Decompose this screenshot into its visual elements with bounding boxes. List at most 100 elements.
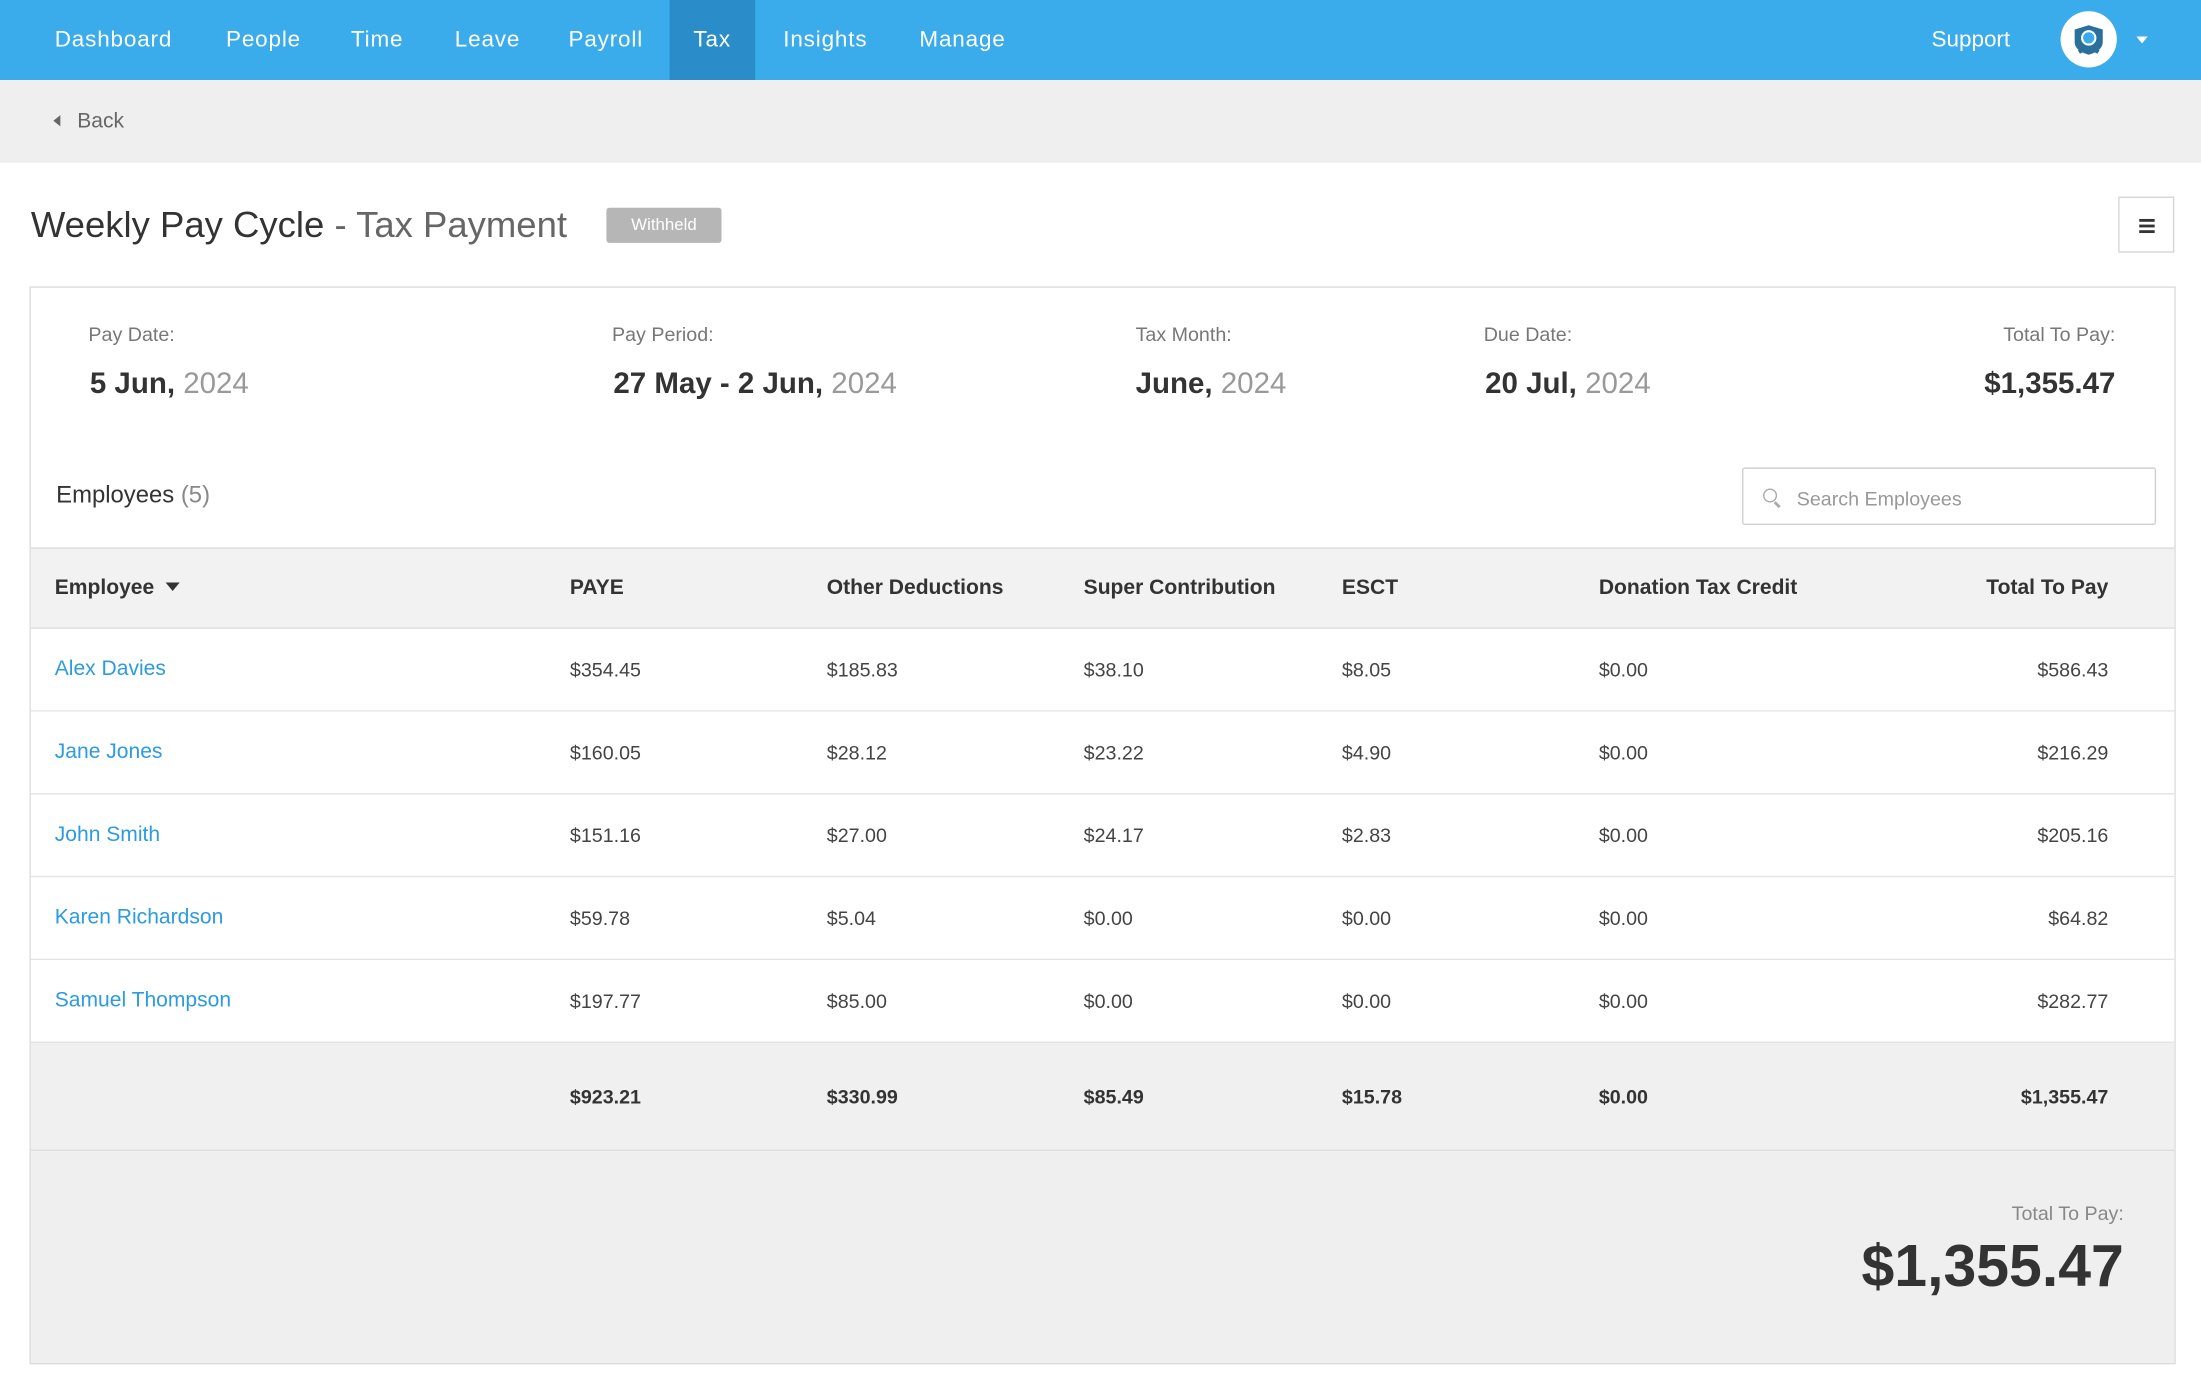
cell-super-contribution: $24.17 — [1083, 823, 1144, 847]
top-nav: Dashboard People Time Leave Payroll Tax … — [0, 0, 2201, 81]
footer-total-label: Total To Pay: — [2011, 1201, 2124, 1225]
table-row: John Smith $151.16 $27.00 $24.17 $2.83 $… — [30, 794, 2175, 878]
table-totals-row: $923.21 $330.99 $85.49 $15.78 $0.00 $1,3… — [30, 1042, 2175, 1152]
user-avatar-icon[interactable] — [2060, 11, 2117, 68]
cell-super-contribution: $38.10 — [1083, 658, 1144, 681]
column-header-total-to-pay: Total To Pay — [1986, 575, 2109, 600]
total-other-deductions: $330.99 — [826, 1085, 898, 1108]
employee-link[interactable]: John Smith — [55, 794, 160, 875]
employee-link[interactable]: Karen Richardson — [55, 877, 224, 958]
cell-esct: $4.90 — [1341, 741, 1392, 764]
cell-other-deductions: $85.00 — [826, 989, 887, 1013]
employees-count: (5) — [180, 481, 211, 509]
page-title-sub: - Tax Payment — [324, 203, 568, 246]
tax-month-label: Tax Month: — [1135, 322, 1232, 346]
hamburger-menu-icon-line — [2139, 230, 2155, 233]
column-header-esct: ESCT — [1341, 575, 1399, 600]
due-date-label: Due Date: — [1483, 322, 1573, 346]
nav-manage[interactable]: Manage — [919, 0, 1005, 80]
cell-esct: $0.00 — [1341, 989, 1392, 1013]
cell-total-to-pay: $64.82 — [2048, 906, 2109, 930]
footer-total-block: Total To Pay: $1,355.47 — [30, 1151, 2175, 1363]
table-row: Samuel Thompson $197.77 $85.00 $0.00 $0.… — [30, 960, 2175, 1043]
employees-heading: Employees (5) — [56, 481, 210, 509]
cell-total-to-pay: $282.77 — [2037, 989, 2109, 1013]
cell-donation-tax-credit: $0.00 — [1598, 658, 1649, 681]
pay-date-label: Pay Date: — [88, 322, 175, 346]
column-header-employee[interactable]: Employee — [55, 549, 180, 628]
hamburger-menu-button[interactable] — [2118, 196, 2175, 253]
cell-other-deductions: $28.12 — [826, 741, 887, 764]
cell-total-to-pay: $216.29 — [2037, 741, 2109, 764]
page-canvas: Dashboard People Time Leave Payroll Tax … — [0, 0, 2201, 1380]
nav-people[interactable]: People — [226, 0, 301, 80]
pay-date-main: 5 Jun, — [89, 367, 176, 401]
back-bar: Back — [0, 80, 2201, 163]
cell-total-to-pay: $205.16 — [2037, 823, 2109, 847]
search-employees-input[interactable] — [1793, 468, 2151, 527]
tax-month-main: June, — [1135, 367, 1213, 401]
nav-insights[interactable]: Insights — [783, 0, 867, 80]
chevron-left-icon — [53, 115, 61, 127]
nav-time[interactable]: Time — [351, 0, 403, 80]
status-badge: Withheld — [606, 207, 722, 243]
search-employees-box[interactable] — [1741, 467, 2157, 527]
column-header-super-contribution: Super Contribution — [1083, 575, 1276, 600]
back-button[interactable]: Back — [53, 80, 124, 163]
employee-link[interactable]: Jane Jones — [55, 712, 163, 793]
cell-super-contribution: $0.00 — [1083, 989, 1133, 1013]
hamburger-menu-icon-line — [2139, 224, 2155, 227]
cell-donation-tax-credit: $0.00 — [1598, 989, 1649, 1013]
pay-date-value: 5 Jun, 2024 — [90, 368, 249, 402]
hamburger-menu-icon — [2139, 218, 2155, 222]
pay-period-year: 2024 — [823, 367, 897, 401]
due-date-main: 20 Jul, — [1485, 367, 1577, 401]
total-esct: $15.78 — [1341, 1085, 1403, 1108]
cell-donation-tax-credit: $0.00 — [1598, 906, 1649, 930]
cell-esct: $8.05 — [1341, 658, 1392, 681]
table-row: Jane Jones $160.05 $28.12 $23.22 $4.90 $… — [30, 711, 2175, 795]
cell-donation-tax-credit: $0.00 — [1598, 823, 1649, 847]
cell-other-deductions: $185.83 — [826, 658, 898, 681]
page-title: Weekly Pay Cycle - Tax Payment — [31, 204, 567, 248]
nav-leave[interactable]: Leave — [455, 0, 520, 80]
nav-tax[interactable]: Tax — [669, 0, 755, 81]
total-paye: $923.21 — [569, 1085, 641, 1108]
cell-paye: $59.78 — [569, 906, 631, 930]
tax-month-year: 2024 — [1212, 367, 1287, 401]
cell-paye: $354.45 — [569, 658, 641, 681]
caret-down-icon[interactable] — [2136, 36, 2148, 44]
cell-other-deductions: $5.04 — [826, 906, 876, 930]
employee-link[interactable]: Samuel Thompson — [55, 960, 231, 1041]
cell-total-to-pay: $586.43 — [2037, 658, 2109, 681]
cell-paye: $197.77 — [569, 989, 641, 1013]
nav-dashboard[interactable]: Dashboard — [55, 0, 172, 80]
footer-total-value: $1,355.47 — [1861, 1232, 2124, 1299]
employees-heading-label: Employees — [56, 481, 175, 509]
total-to-pay-label: Total To Pay: — [2003, 322, 2116, 346]
column-header-other-deductions: Other Deductions — [826, 575, 1004, 600]
pay-date-year: 2024 — [175, 367, 249, 401]
cell-super-contribution: $23.22 — [1083, 741, 1144, 764]
page-title-main: Weekly Pay Cycle — [30, 203, 325, 246]
due-date-year: 2024 — [1576, 367, 1651, 401]
support-link[interactable]: Support — [1931, 0, 2010, 80]
table-header: Employee PAYE Other Deductions Super Con… — [30, 547, 2175, 629]
total-super-contribution: $85.49 — [1083, 1085, 1144, 1108]
cell-esct: $0.00 — [1341, 906, 1392, 930]
back-label: Back — [77, 109, 125, 134]
tax-month-value: June, 2024 — [1136, 368, 1287, 402]
table-row: Karen Richardson $59.78 $5.04 $0.00 $0.0… — [30, 877, 2175, 961]
cell-esct: $2.83 — [1341, 823, 1392, 847]
nav-payroll[interactable]: Payroll — [568, 0, 643, 80]
cell-super-contribution: $0.00 — [1083, 906, 1133, 930]
due-date-value: 20 Jul, 2024 — [1485, 368, 1651, 402]
search-icon — [1763, 488, 1778, 503]
pay-period-value: 27 May - 2 Jun, 2024 — [613, 368, 896, 402]
column-header-employee-label: Employee — [54, 575, 155, 600]
total-to-pay-value: $1,355.47 — [1984, 367, 2116, 401]
pay-period-label: Pay Period: — [612, 322, 714, 346]
total-total-to-pay: $1,355.47 — [2020, 1085, 2109, 1108]
employee-link[interactable]: Alex Davies — [55, 629, 166, 710]
column-header-donation-tax-credit: Donation Tax Credit — [1598, 575, 1798, 600]
